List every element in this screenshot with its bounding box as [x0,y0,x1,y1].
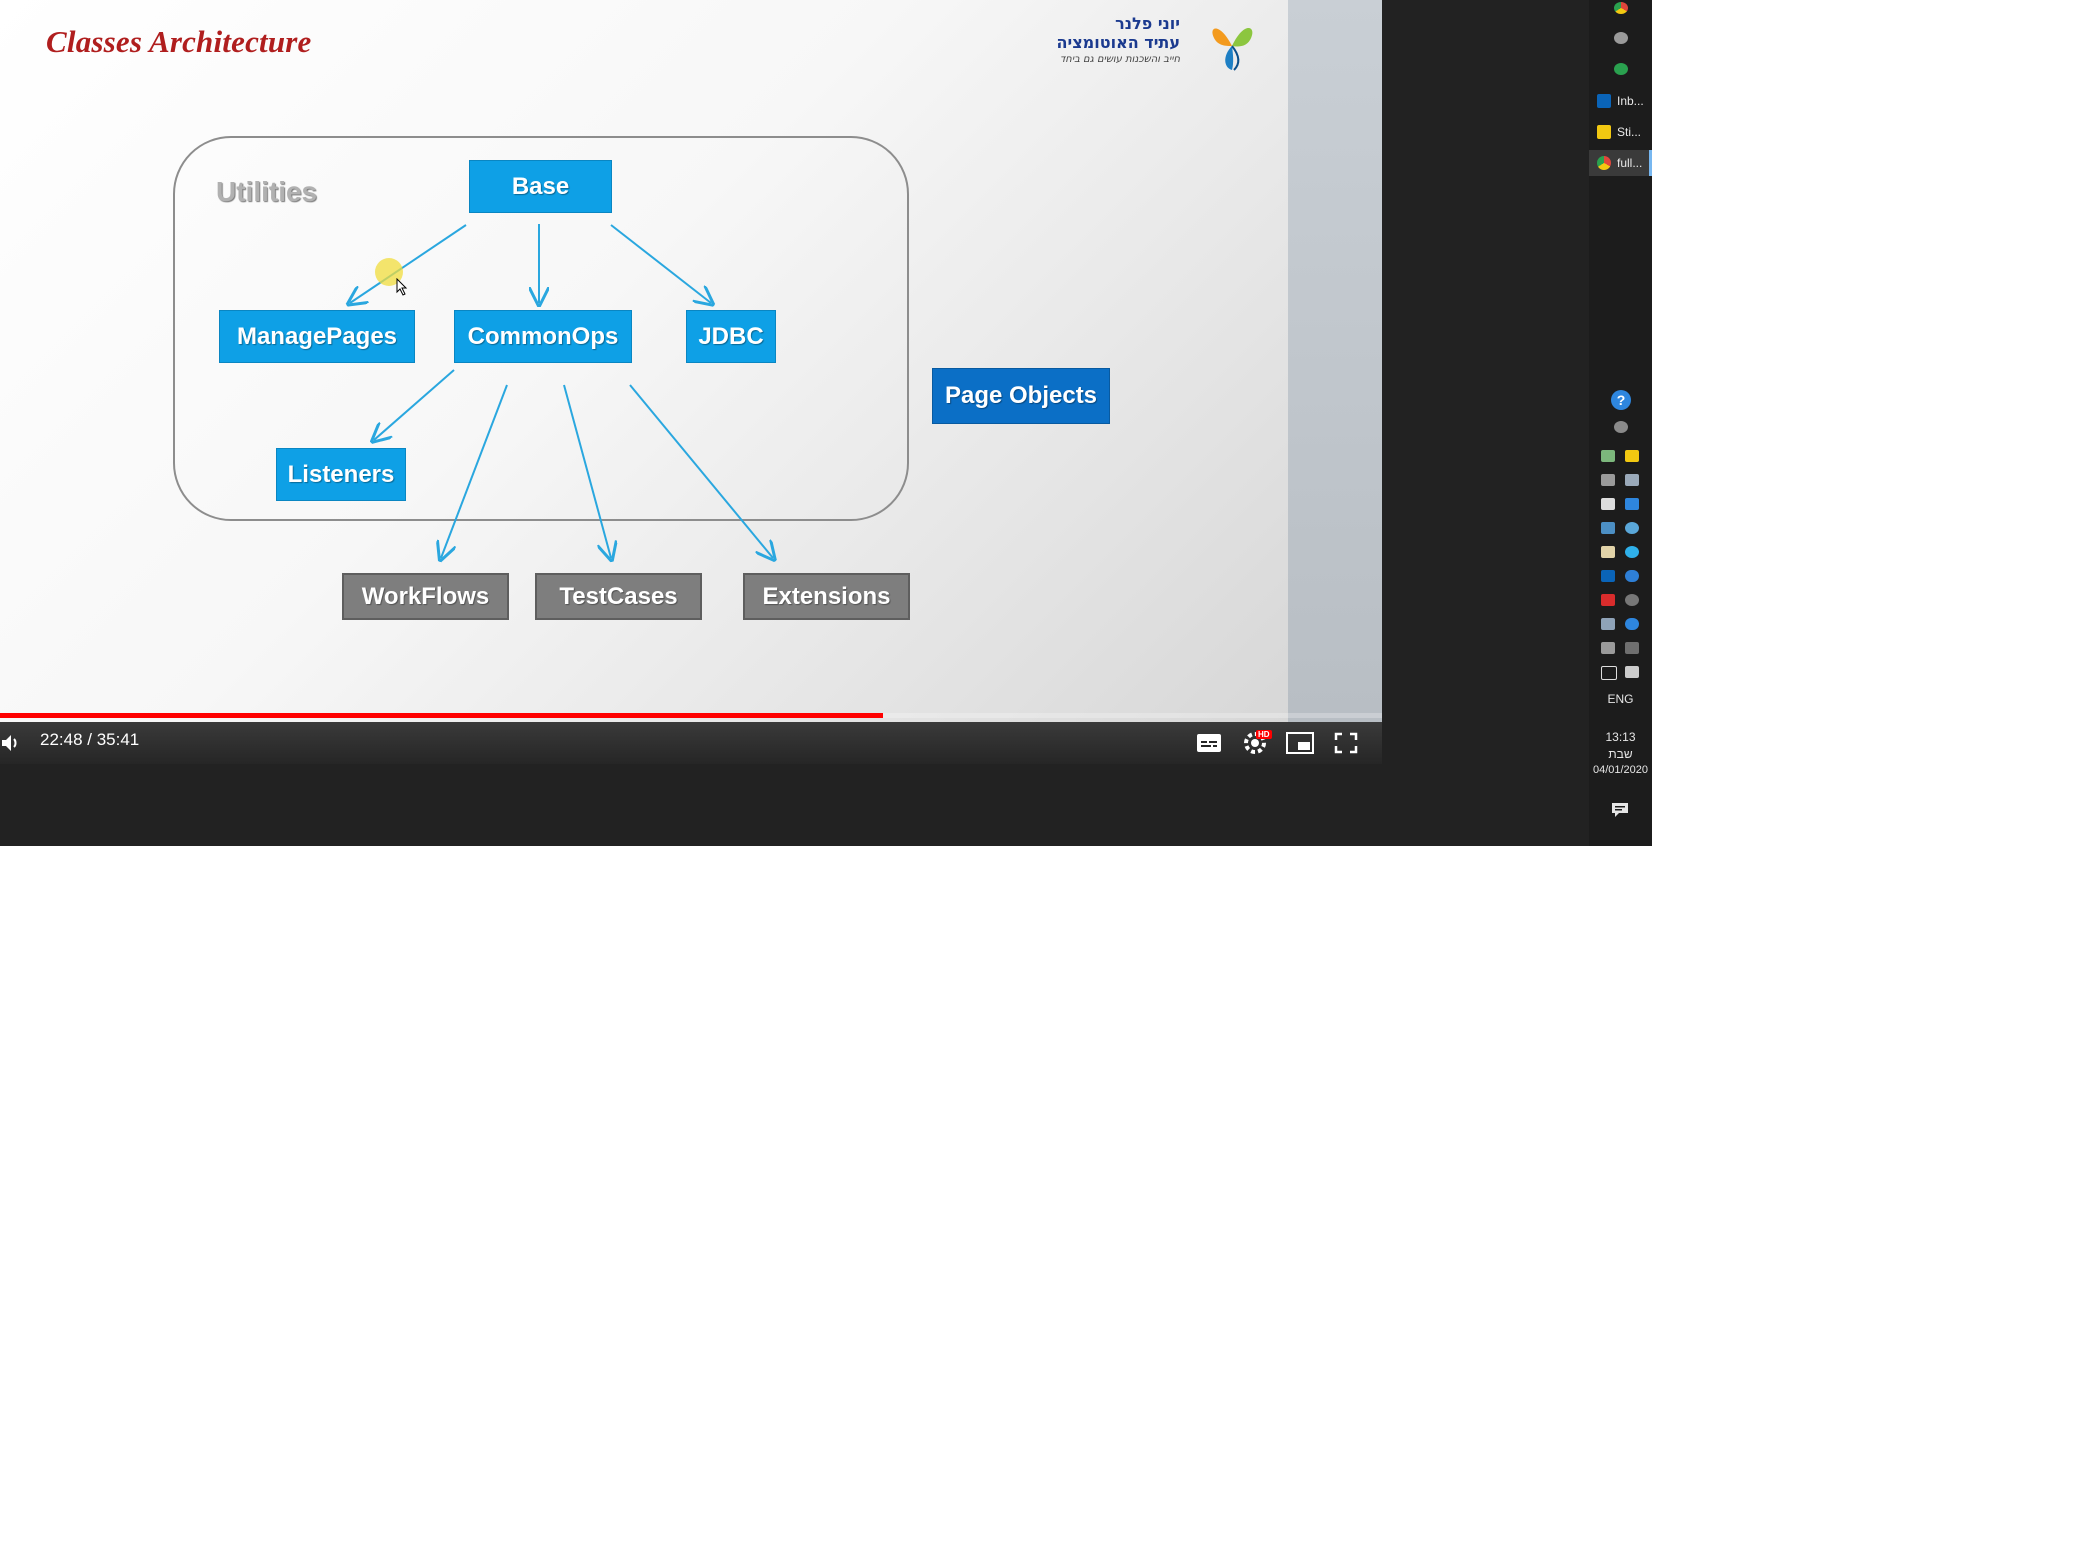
outlook-icon [1597,94,1611,108]
node-jdbc: JDBC [686,310,776,363]
language-tray-icon[interactable] [1625,642,1639,654]
mail-tray-icon[interactable] [1625,450,1639,462]
arrow-commonops-workflows [441,384,508,558]
onedrive-tray-icon[interactable] [1625,570,1639,582]
arrow-commonops-listeners [374,369,455,440]
node-commonops: CommonOps [454,310,632,363]
taskbar-app-sticky-notes[interactable]: Sti... [1589,119,1652,145]
node-managepages: ManagePages [219,310,415,363]
skype-tray-icon[interactable] [1625,546,1639,558]
node-workflows: WorkFlows [342,573,509,620]
help-icon[interactable]: ? [1610,389,1632,411]
clock-time[interactable]: 13:13 [1589,730,1652,744]
taskbar: Inb... Sti... full... ? ENG 13:13 שבת 04… [1589,0,1652,846]
outlook-tray-icon[interactable] [1601,570,1615,582]
progress-fill [0,713,884,718]
fullscreen-icon[interactable] [1334,732,1358,754]
node-jdbc-label: JDBC [698,322,764,350]
globe-tray-icon[interactable] [1614,63,1628,75]
arrow-commonops-extensions [629,384,773,558]
sticky-notes-icon [1597,125,1611,139]
node-managepages-label: ManagePages [236,322,398,350]
monitor-tray-icon[interactable] [1601,522,1615,534]
progress-bar[interactable] [0,713,1382,718]
node-testcases: TestCases [535,573,702,620]
chrome-tray-icon[interactable] [1614,2,1628,14]
node-page-objects: Page Objects [932,368,1110,424]
people-tray-icon[interactable] [1614,421,1628,433]
hd-badge: HD [1256,730,1272,739]
volume-icon[interactable] [0,731,24,755]
node-workflows-label: WorkFlows [361,582,490,610]
printer-tray-icon[interactable] [1601,642,1615,654]
arrow-commonops-testcases [563,384,611,558]
subtitles-icon[interactable] [1196,732,1222,754]
search-tray-icon[interactable] [1614,32,1628,44]
sync-tray-icon[interactable] [1625,522,1639,534]
video-player[interactable]: Classes Architecture יוני פלנר עתיד האוט… [0,0,1382,764]
taskbar-app-label: full... [1617,156,1643,170]
speaker-tray-icon[interactable] [1625,666,1639,678]
svg-text:?: ? [1617,392,1626,408]
node-extensions: Extensions [743,573,910,620]
player-controls: 22:48 / 35:41 HD [0,722,1382,764]
node-base: Base [469,160,612,213]
shield-tray-icon[interactable] [1601,498,1615,510]
mouse-cursor-icon [396,278,408,296]
display-tray-icon[interactable] [1601,618,1615,630]
clock-day[interactable]: שבת [1589,747,1652,761]
network-tray-icon[interactable] [1625,474,1639,486]
taskbar-app-outlook[interactable]: Inb... [1589,88,1652,114]
slide-side-panel [1288,0,1382,722]
app-tray-icon[interactable] [1625,498,1639,510]
record-tray-icon[interactable] [1625,594,1639,606]
arrow-base-managepages [350,224,467,303]
taskbar-app-label: Sti... [1617,125,1642,139]
notifications-icon[interactable] [1611,802,1629,818]
slide: Classes Architecture יוני פלנר עתיד האוט… [0,0,1288,722]
time-display: 22:48 / 35:41 [40,730,140,749]
node-base-label: Base [511,172,570,200]
taskbar-app-label: Inb... [1617,94,1644,108]
chat-tray-icon[interactable] [1601,450,1615,462]
clock-date[interactable]: 04/01/2020 [1589,764,1652,776]
screen: Classes Architecture יוני פלנר עתיד האוט… [0,0,1652,846]
battery-tray-icon[interactable] [1601,666,1617,680]
taskbar-app-chrome[interactable]: full... [1589,150,1652,176]
wifi-tray-icon[interactable] [1601,474,1615,486]
antivirus-tray-icon[interactable] [1601,594,1615,606]
language-indicator[interactable]: ENG [1589,692,1652,706]
node-page-objects-label: Page Objects [944,382,1098,409]
node-extensions-label: Extensions [762,582,891,610]
bluetooth-tray-icon[interactable] [1625,618,1639,630]
chrome-icon [1597,156,1611,170]
arrow-base-jdbc [610,224,711,303]
node-commonops-label: CommonOps [467,322,619,350]
node-testcases-label: TestCases [559,582,678,610]
node-listeners: Listeners [276,448,406,501]
node-listeners-label: Listeners [287,460,395,488]
folder-tray-icon[interactable] [1601,546,1615,558]
miniplayer-icon[interactable] [1286,732,1314,754]
